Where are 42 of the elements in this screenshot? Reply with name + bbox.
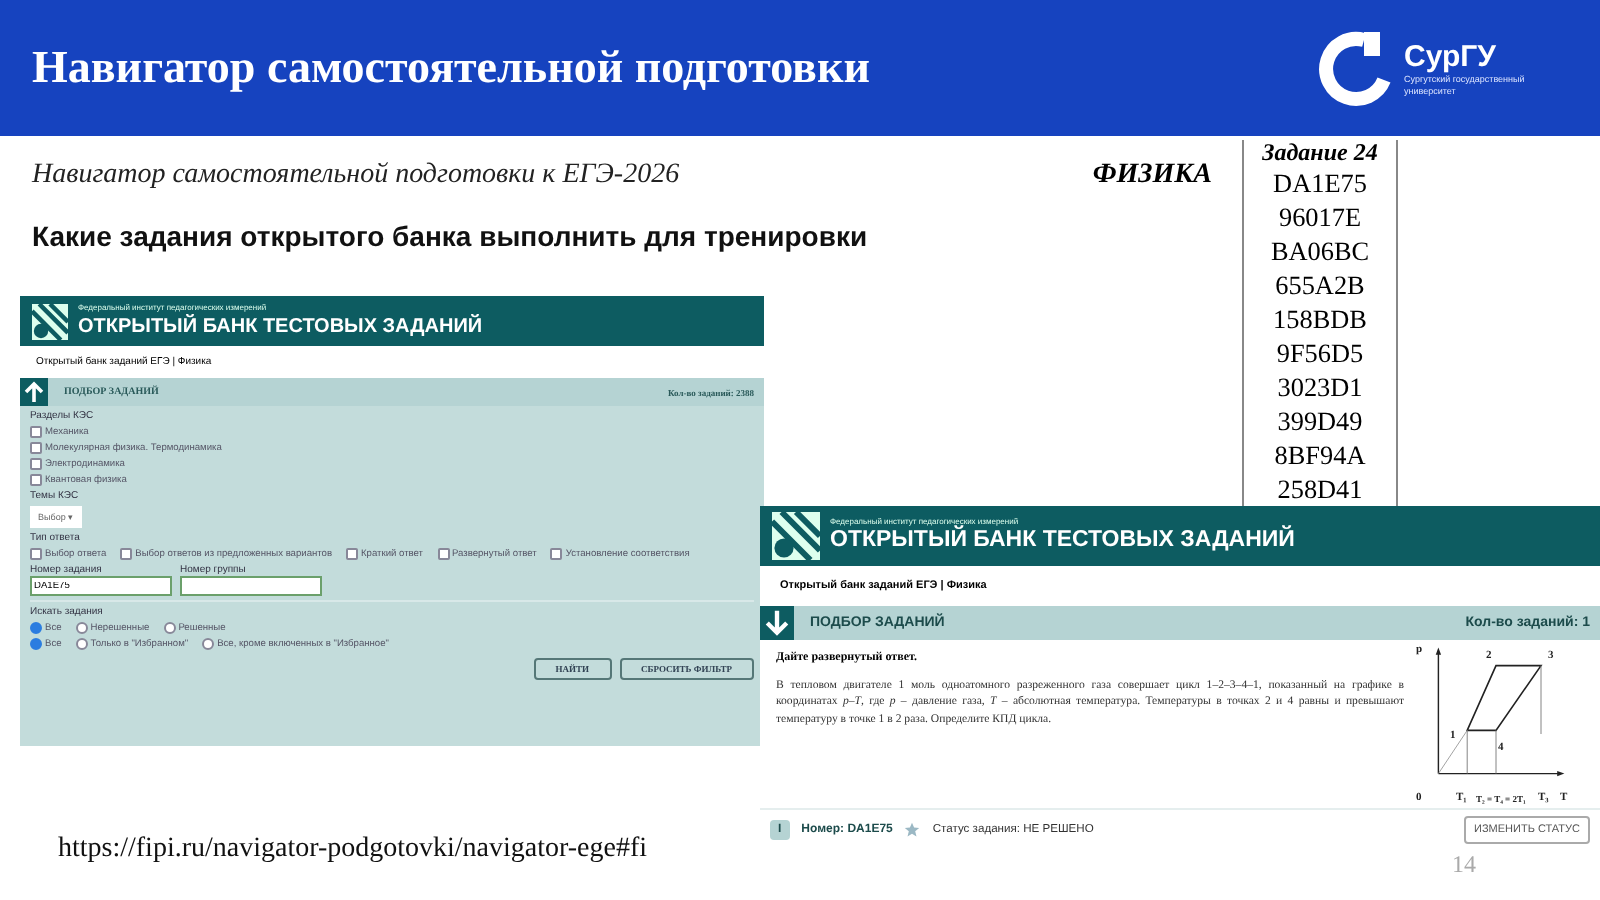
checkbox[interactable] xyxy=(30,458,42,470)
radio-button[interactable] xyxy=(163,622,176,634)
radio-button[interactable] xyxy=(30,622,42,634)
radio-button[interactable] xyxy=(202,638,215,650)
task-code: 399D49 xyxy=(1277,404,1363,438)
checkbox[interactable] xyxy=(30,548,42,560)
radio-button[interactable] xyxy=(30,638,42,650)
checkbox[interactable] xyxy=(120,548,133,560)
checkbox[interactable] xyxy=(346,548,359,560)
checkbox[interactable] xyxy=(437,548,449,560)
task-code: BA06BC xyxy=(1270,234,1370,268)
table-header: Задание 24 xyxy=(1262,140,1378,166)
radio-button[interactable] xyxy=(75,638,88,650)
page-number: 14 xyxy=(1452,850,1476,880)
checkbox[interactable] xyxy=(550,548,563,560)
bank-logo-icon xyxy=(32,303,68,339)
checkbox[interactable] xyxy=(30,474,42,486)
task-code: 655A2B xyxy=(1275,268,1365,302)
checkbox[interactable] xyxy=(30,442,42,454)
star-icon[interactable] xyxy=(904,822,921,838)
task-code: 8BF94A xyxy=(1274,438,1366,472)
down-arrow-icon[interactable] xyxy=(760,606,794,640)
radio-button[interactable] xyxy=(75,622,88,634)
subtitle: Навигатор самостоятельной подготовки к ЕГЭ-2026 xyxy=(32,160,680,192)
up-arrow-icon[interactable] xyxy=(20,378,48,406)
bank-title: ОТКРЫТЫЙ БАНК ТЕСТОВЫХ ЗАДАНИЙ xyxy=(830,528,1295,555)
task-code: 3023D1 xyxy=(1277,370,1363,404)
task-code: 158BDB xyxy=(1273,302,1367,336)
fipi-link[interactable]: https://fipi.ru/navigator-podgotovki/navigator-ege#fi xyxy=(58,834,648,866)
subject-label: ФИЗИКА xyxy=(1092,160,1212,192)
task-code: 258D41 xyxy=(1277,472,1363,506)
bank-logo-icon xyxy=(772,512,820,560)
heading: Какие задания открытого банка выполнить для тренировки xyxy=(32,220,870,252)
logo-name: СурГУ xyxy=(1404,40,1498,75)
checkbox[interactable] xyxy=(30,426,42,438)
task-code: 96017E xyxy=(1278,200,1362,234)
group-number-field[interactable] xyxy=(180,576,322,596)
slide-title: Навигатор самостоятельной подготовки xyxy=(32,42,870,94)
task-code: DA1E75 xyxy=(1273,166,1367,200)
logo-icon xyxy=(1316,28,1396,108)
bank-title: ОТКРЫТЫЙ БАНК ТЕСТОВЫХ ЗАДАНИЙ xyxy=(78,315,483,339)
task-code: 9F56D5 xyxy=(1276,336,1364,370)
